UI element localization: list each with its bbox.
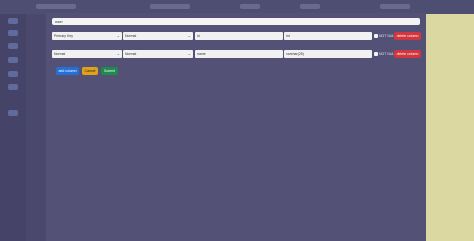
create-table-modal: user Primary Key ⌄ Normal ⌄ id int NOT N… <box>46 13 426 241</box>
key-type-value: Normal <box>54 52 66 56</box>
blurred-sidebar-icon <box>8 110 18 116</box>
blurred-sidebar-icon <box>8 71 18 77</box>
blurred-sidebar-icon <box>8 57 18 63</box>
background-topbar <box>0 0 474 14</box>
background-sidebar <box>0 14 26 241</box>
type-category-value: Normal <box>125 34 137 38</box>
chevron-down-icon: ⌄ <box>187 33 191 38</box>
column-name-input[interactable]: name <box>195 50 283 58</box>
chevron-down-icon: ⌄ <box>116 51 120 56</box>
not-null-checkbox[interactable] <box>374 34 378 38</box>
table-name-input[interactable]: user <box>52 18 420 25</box>
data-type-input[interactable]: int <box>284 32 372 40</box>
column-row: Normal ⌄ Normal ⌄ name varchar(25) NOT N… <box>52 50 422 58</box>
cancel-button[interactable]: Cancel <box>82 67 98 75</box>
key-type-value: Primary Key <box>54 34 74 38</box>
blurred-tab <box>300 4 320 9</box>
blurred-sidebar-icon <box>8 30 18 36</box>
type-category-select[interactable]: Normal ⌄ <box>123 50 193 58</box>
add-column-button[interactable]: add column <box>56 67 79 75</box>
blurred-tab <box>380 4 410 9</box>
blurred-sidebar-icon <box>8 43 18 49</box>
blurred-tab <box>240 4 260 9</box>
blurred-sidebar-icon <box>8 84 18 90</box>
blurred-tab <box>36 4 76 9</box>
key-type-select[interactable]: Normal ⌄ <box>52 50 122 58</box>
not-null-checkbox[interactable] <box>374 52 378 56</box>
chevron-down-icon: ⌄ <box>116 33 120 38</box>
data-type-input[interactable]: varchar(25) <box>284 50 372 58</box>
background-right-panel <box>426 14 474 241</box>
type-category-value: Normal <box>125 52 137 56</box>
column-row: Primary Key ⌄ Normal ⌄ id int NOT NULL d… <box>52 32 422 40</box>
background-content <box>26 14 46 241</box>
blurred-sidebar-icon <box>8 18 18 24</box>
submit-button[interactable]: Submit <box>101 67 118 75</box>
column-name-input[interactable]: id <box>195 32 283 40</box>
chevron-down-icon: ⌄ <box>187 51 191 56</box>
blurred-tab <box>150 4 190 9</box>
delete-column-button[interactable]: delete column <box>394 32 421 40</box>
delete-column-button[interactable]: delete column <box>394 50 421 58</box>
type-category-select[interactable]: Normal ⌄ <box>123 32 193 40</box>
key-type-select[interactable]: Primary Key ⌄ <box>52 32 122 40</box>
